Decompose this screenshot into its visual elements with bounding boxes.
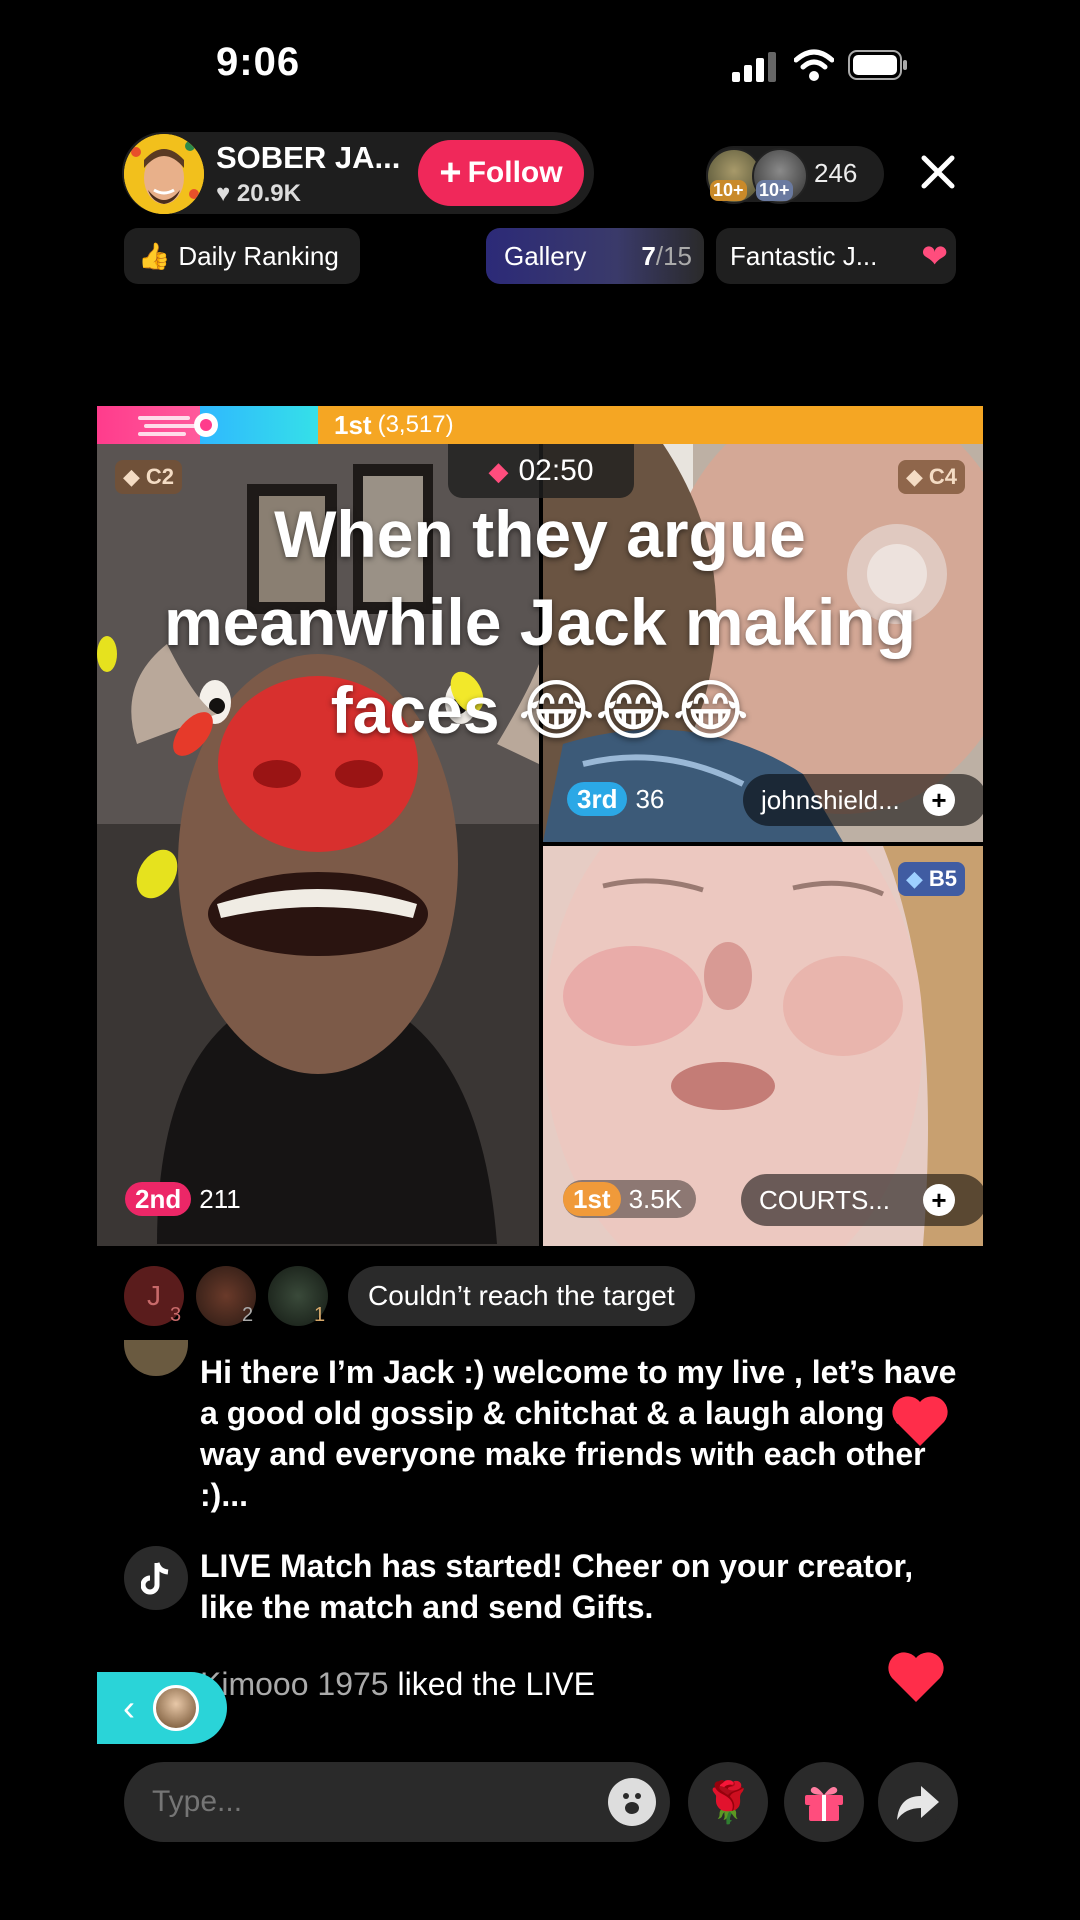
rose-gift-button[interactable]: 🌹	[688, 1762, 768, 1842]
host-avatar-image	[124, 134, 204, 214]
comment-field[interactable]	[150, 1784, 574, 1820]
cellular-signal-icon	[732, 52, 776, 82]
chevron-left-icon: ‹	[123, 1687, 135, 1728]
guest-rank: 2nd 211	[125, 1180, 241, 1218]
guest-name: COURTS...	[759, 1184, 890, 1215]
gift-button[interactable]	[784, 1762, 864, 1842]
battle-timer-value: 02:50	[518, 454, 594, 487]
daily-ranking-label: Daily Ranking	[178, 240, 339, 271]
guest-score: 211	[199, 1183, 241, 1214]
chat-message: LIVE Match has started! Cheer on your cr…	[200, 1546, 960, 1628]
tiktok-avatar	[124, 1546, 188, 1610]
tier-label: B5	[928, 866, 957, 891]
battle-leader: 1st (3,517)	[334, 406, 454, 444]
grid-divider	[543, 842, 983, 846]
stream-caption: When they argue meanwhile Jack making fa…	[163, 497, 916, 747]
rank-badge: 2nd	[125, 1182, 192, 1216]
follow-label: Follow	[467, 156, 563, 189]
gifter-rank: 1	[314, 1304, 326, 1326]
tier-badge: ◆ C2	[115, 460, 183, 494]
heart-gift-icon: ❤	[921, 238, 948, 274]
heart-icon	[892, 1396, 948, 1446]
fantastic-chip[interactable]: Fantastic J... ❤	[716, 228, 956, 284]
guest-rank: 3rd 36	[567, 780, 664, 818]
comment-input[interactable]	[124, 1762, 670, 1842]
rose-icon: 🌹	[703, 1780, 753, 1825]
tiktok-icon	[141, 1562, 169, 1595]
host-name: SOBER JA...	[216, 140, 401, 175]
viewer-count: 246	[814, 158, 858, 188]
tier-label: C2	[145, 464, 175, 489]
tier-label: C4	[928, 464, 957, 489]
chat-message: Hi there I’m Jack :) welcome to my live …	[200, 1352, 960, 1516]
diamond-icon: ◆	[123, 464, 140, 489]
rank-badge: 1st	[563, 1182, 621, 1216]
add-guest-icon[interactable]: +	[923, 784, 955, 816]
gallery-label: Gallery	[504, 240, 587, 271]
host-likes-count: 20.9K	[236, 180, 301, 207]
guest-score: 36	[635, 783, 665, 814]
target-status: Couldn’t reach the target	[348, 1266, 695, 1326]
gifter-initial: J	[147, 1280, 161, 1311]
gallery-count: 7	[641, 240, 656, 271]
gifter-rank: 2	[242, 1304, 254, 1326]
chat-avatar[interactable]	[124, 1340, 188, 1376]
chat-message: Kimooo 1975 liked the LIVE	[200, 1664, 940, 1705]
guest-rank: 1st 3.5K	[563, 1180, 697, 1218]
diamond-icon: ◆	[905, 866, 923, 891]
chat-text: LIVE Match has started! Cheer on your cr…	[200, 1548, 914, 1625]
thumbs-up-icon: 👍	[138, 240, 171, 271]
share-button[interactable]: 4	[878, 1762, 958, 1842]
fantastic-label: Fantastic J...	[730, 240, 878, 271]
chat-user: Kimooo 1975	[200, 1666, 389, 1702]
viewer-badge: 10+	[756, 180, 793, 201]
gift-icon	[805, 1787, 843, 1821]
guest-name: johnshield...	[761, 784, 900, 815]
rank-badge: 3rd	[567, 782, 628, 816]
heart-icon: ♥	[216, 180, 231, 207]
viewer-badge: 10+	[710, 180, 747, 201]
heart-icon	[888, 1652, 944, 1702]
gallery-total: /15	[655, 240, 692, 271]
tier-badge: ◆ C4	[897, 460, 965, 494]
speed-icon	[138, 413, 218, 437]
wifi-icon	[794, 49, 834, 81]
tier-badge: ◆ B5	[897, 862, 965, 896]
share-count: 4	[932, 1811, 944, 1833]
leader-score: (3,517)	[377, 411, 454, 438]
guest-mini-avatar	[153, 1685, 199, 1731]
follow-button[interactable]: + Follow	[418, 140, 584, 206]
status-time: 9:06	[216, 40, 301, 84]
daily-ranking-chip[interactable]: 👍 Daily Ranking	[124, 228, 360, 284]
guest-score: 3.5K	[628, 1183, 683, 1214]
battery-icon	[848, 50, 907, 80]
add-guest-icon[interactable]: +	[923, 1184, 955, 1216]
guest-panel-bottom-right[interactable]: ◆ B5 1st 3.5K COURTS... +	[543, 846, 983, 1246]
plus-icon: +	[439, 152, 462, 194]
emoji-icon[interactable]	[608, 1778, 656, 1826]
gallery-chip[interactable]: Gallery 7 /15	[486, 228, 704, 284]
leader-rank: 1st	[334, 409, 372, 440]
gifter-rank: 3	[170, 1304, 182, 1326]
diamond-icon: ◆	[905, 464, 923, 489]
host-likes: ♥ 20.9K	[216, 180, 301, 208]
guest-side-tab[interactable]: ‹	[97, 1672, 227, 1744]
chat-text: liked the LIVE	[397, 1666, 595, 1702]
host-avatar[interactable]	[124, 134, 204, 214]
battle-icon: ◆	[488, 455, 509, 486]
close-icon[interactable]	[916, 150, 960, 194]
chat-text: Hi there I’m Jack :) welcome to my live …	[200, 1354, 957, 1513]
